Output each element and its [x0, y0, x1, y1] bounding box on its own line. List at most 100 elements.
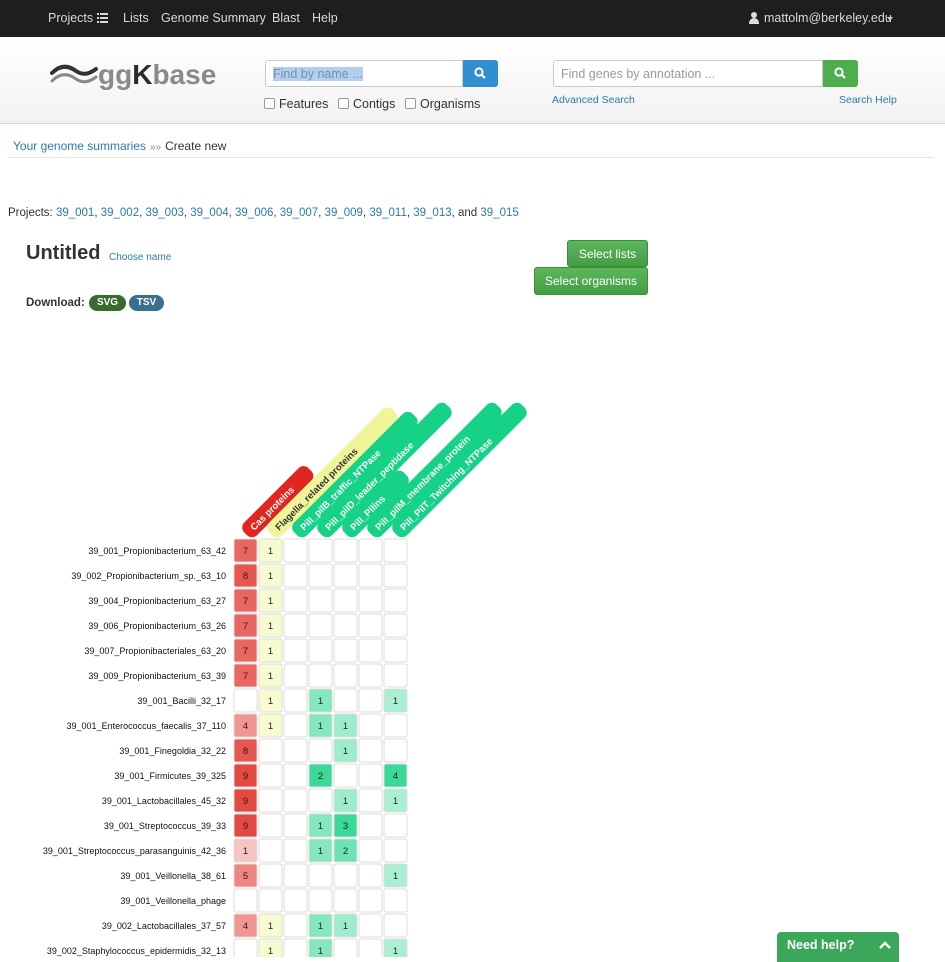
- project-link[interactable]: 39_013: [413, 207, 451, 219]
- select-organisms-button[interactable]: Select organisms: [534, 267, 648, 295]
- breadcrumb-genome-summaries[interactable]: Your genome summaries: [13, 139, 146, 153]
- column-header-label: PilI_pilM_membrane_protein: [374, 434, 473, 533]
- project-link[interactable]: 39_003: [145, 207, 183, 219]
- heatmap-cell: [333, 563, 358, 588]
- cell-value: 4: [243, 721, 248, 732]
- heatmap-cell: [383, 763, 408, 788]
- cell-value: 2: [343, 846, 348, 857]
- name-search-button[interactable]: [463, 60, 498, 87]
- heatmap-cell: [358, 563, 383, 588]
- heatmap-cell: [233, 713, 258, 738]
- page-title: Untitled: [26, 242, 101, 264]
- column-header-label: PilI_pilB_traffic_NTPase: [299, 448, 384, 533]
- heatmap-cell: [233, 763, 258, 788]
- row-label: 39_002_Lactobacillales_37_57: [102, 921, 226, 931]
- heatmap-cell: [283, 613, 308, 638]
- choose-name-link[interactable]: Choose name: [109, 252, 171, 263]
- search-help-link[interactable]: Search Help: [839, 94, 897, 106]
- heatmap-cell: [383, 638, 408, 663]
- need-help-label: Need help?: [787, 938, 855, 952]
- advanced-search-link[interactable]: Advanced Search: [552, 94, 635, 106]
- select-lists-button[interactable]: Select lists: [567, 240, 648, 267]
- download-svg-button[interactable]: SVG: [89, 295, 126, 311]
- need-help-widget[interactable]: Need help?: [777, 932, 899, 962]
- cell-value: 9: [243, 796, 248, 807]
- annotation-search-button[interactable]: [823, 60, 858, 87]
- heatmap-cell: [233, 638, 258, 663]
- project-link[interactable]: 39_002: [101, 207, 139, 219]
- heatmap-cell: [283, 638, 308, 663]
- heatmap-cell: [258, 838, 283, 863]
- heatmap-cell: [233, 613, 258, 638]
- row-label: 39_002_Propionibacterium_sp._63_10: [71, 571, 226, 581]
- cell-value: 1: [318, 721, 323, 732]
- heatmap-cell: [283, 713, 308, 738]
- column-header: Cas proteins: [242, 466, 314, 538]
- heatmap-cell: [358, 813, 383, 838]
- nav-help[interactable]: Help: [312, 11, 338, 25]
- project-link[interactable]: 39_001: [56, 207, 94, 219]
- heatmap-cell: [358, 713, 383, 738]
- heatmap-cell: [283, 788, 308, 813]
- heatmap-cell: [258, 713, 283, 738]
- heatmap-cell: [258, 563, 283, 588]
- filter-contigs-checkbox[interactable]: Contigs: [338, 97, 395, 111]
- heatmap-cell: [283, 888, 308, 913]
- heatmap-cell: [333, 738, 358, 763]
- column-header-label: PilI_PilT_Twitching_NTPase: [399, 436, 496, 533]
- filter-features-checkbox[interactable]: Features: [264, 97, 328, 111]
- cell-value: 7: [243, 546, 248, 557]
- project-link[interactable]: 39_009: [325, 207, 363, 219]
- heatmap-cell: [233, 688, 258, 713]
- cell-value: 1: [318, 696, 323, 707]
- project-link[interactable]: 39_011: [369, 207, 407, 219]
- cell-value: 1: [393, 946, 398, 957]
- annotation-search-input[interactable]: Find genes by annotation ...: [553, 60, 823, 87]
- nav-lists[interactable]: Lists: [123, 11, 149, 25]
- projects-line: Projects: 39_001, 39_002, 39_003, 39_004…: [8, 207, 519, 219]
- chevron-down-icon[interactable]: [887, 17, 893, 21]
- cell-value: 1: [343, 746, 348, 757]
- cell-value: 1: [393, 696, 398, 707]
- heatmap-cell: [358, 788, 383, 813]
- heatmap-cell: [333, 788, 358, 813]
- filter-organisms-checkbox[interactable]: Organisms: [405, 97, 480, 111]
- heatmap-cell: [308, 538, 333, 563]
- heatmap-cell: [258, 763, 283, 788]
- heatmap-cell: [283, 688, 308, 713]
- row-label: 39_001_Veillonella_phage: [120, 896, 226, 906]
- heatmap-cell: [333, 613, 358, 638]
- heatmap-cell: [333, 838, 358, 863]
- nav-blast[interactable]: Blast: [272, 11, 300, 25]
- heatmap-cell: [308, 738, 333, 763]
- heatmap-cell: [233, 538, 258, 563]
- ggkbase-logo[interactable]: ggKbase: [50, 57, 230, 93]
- project-link[interactable]: 39_015: [480, 207, 518, 219]
- heatmap-cell: [383, 888, 408, 913]
- cell-value: 9: [243, 771, 248, 782]
- list-icon[interactable]: [97, 13, 108, 23]
- heatmap-cell: [233, 813, 258, 838]
- user-menu[interactable]: mattolm@berkeley.edu: [764, 11, 892, 25]
- heatmap-cell: [258, 613, 283, 638]
- heatmap-cell: [233, 738, 258, 763]
- heatmap-cell: [283, 838, 308, 863]
- chevron-up-icon[interactable]: [878, 940, 892, 950]
- download-tsv-button[interactable]: TSV: [129, 295, 164, 311]
- project-link[interactable]: 39_006: [235, 207, 273, 219]
- nav-projects[interactable]: Projects: [48, 11, 93, 25]
- cell-value: 1: [268, 721, 273, 732]
- projects-label: Projects:: [8, 207, 53, 219]
- site-header: ggKbase Find by name ... Find genes by a…: [0, 37, 945, 124]
- project-link[interactable]: 39_007: [280, 207, 318, 219]
- breadcrumb: Your genome summaries»» Create new: [13, 139, 226, 153]
- name-search-input[interactable]: Find by name ...: [265, 60, 463, 87]
- heatmap-cell: [308, 813, 333, 838]
- cell-value: 1: [268, 921, 273, 932]
- heatmap-cell: [358, 738, 383, 763]
- cell-value: 7: [243, 646, 248, 657]
- nav-genome-summary[interactable]: Genome Summary: [161, 11, 266, 25]
- project-link[interactable]: 39_004: [190, 207, 228, 219]
- cell-value: 1: [393, 796, 398, 807]
- heatmap-cell: [358, 863, 383, 888]
